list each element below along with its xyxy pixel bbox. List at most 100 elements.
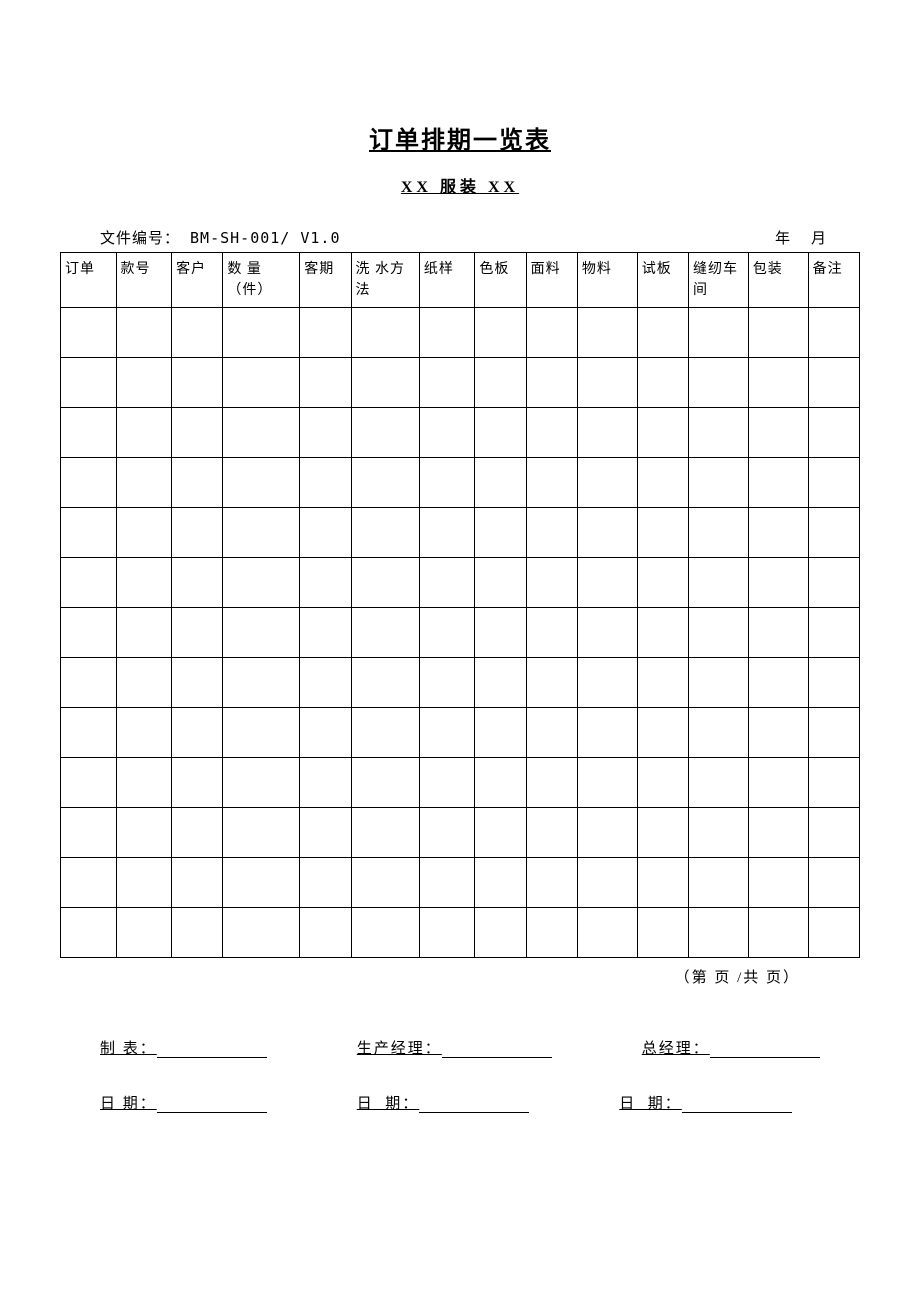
table-cell <box>748 508 808 558</box>
table-cell <box>526 308 577 358</box>
table-cell <box>808 558 859 608</box>
table-cell <box>61 308 117 358</box>
table-cell <box>748 858 808 908</box>
table-cell <box>172 608 223 658</box>
table-cell <box>223 808 300 858</box>
date-prod-manager-line <box>419 1098 529 1113</box>
table-row <box>61 358 860 408</box>
table-cell <box>688 708 748 758</box>
date-prod-manager-label: 日 期： <box>357 1092 420 1113</box>
table-cell <box>577 558 637 608</box>
table-cell <box>475 358 526 408</box>
signature-block: 制 表： 生产经理： 总经理： 日 期： 日 期： 日 期： <box>60 1037 860 1113</box>
table-cell <box>351 908 419 958</box>
table-cell <box>526 508 577 558</box>
table-cell <box>172 508 223 558</box>
table-cell <box>526 458 577 508</box>
meta-row: 文件编号： BM-SH-001/ V1.0 年 月 <box>60 227 860 252</box>
table-cell <box>61 758 117 808</box>
table-cell <box>577 358 637 408</box>
table-cell <box>748 408 808 458</box>
table-cell <box>61 858 117 908</box>
table-cell <box>300 658 351 708</box>
table-cell <box>577 608 637 658</box>
table-cell <box>300 558 351 608</box>
table-cell <box>688 308 748 358</box>
table-cell <box>223 858 300 908</box>
table-row <box>61 908 860 958</box>
table-cell <box>688 558 748 608</box>
table-header-row: 订单 款号 客户 数 量（件） 客期 洗 水方法 纸样 色板 面料 物料 试板 … <box>61 253 860 308</box>
table-cell <box>419 408 475 458</box>
table-cell <box>808 808 859 858</box>
table-cell <box>419 908 475 958</box>
table-cell <box>577 758 637 808</box>
table-cell <box>808 408 859 458</box>
table-cell <box>351 458 419 508</box>
table-cell <box>300 908 351 958</box>
table-cell <box>526 358 577 408</box>
table-cell <box>637 758 688 808</box>
table-cell <box>688 758 748 808</box>
sign-prod-manager-label: 生产经理： <box>357 1037 442 1058</box>
sign-preparer-line <box>157 1043 267 1058</box>
table-cell <box>808 908 859 958</box>
doc-number: 文件编号： BM-SH-001/ V1.0 <box>100 227 341 248</box>
date-preparer-label: 日 期： <box>100 1092 157 1113</box>
table-cell <box>637 308 688 358</box>
table-cell <box>61 358 117 408</box>
table-cell <box>475 858 526 908</box>
col-quantity: 数 量（件） <box>223 253 300 308</box>
col-wash: 洗 水方法 <box>351 253 419 308</box>
table-cell <box>637 858 688 908</box>
table-cell <box>637 708 688 758</box>
table-cell <box>577 658 637 708</box>
table-cell <box>526 408 577 458</box>
table-cell <box>116 558 172 608</box>
table-cell <box>300 358 351 408</box>
date-label: 年 月 <box>775 227 852 248</box>
table-cell <box>300 408 351 458</box>
table-cell <box>637 408 688 458</box>
table-cell <box>577 708 637 758</box>
table-cell <box>748 808 808 858</box>
table-cell <box>475 908 526 958</box>
table-cell <box>419 658 475 708</box>
table-cell <box>526 908 577 958</box>
table-cell <box>300 808 351 858</box>
table-cell <box>748 708 808 758</box>
table-cell <box>688 458 748 508</box>
table-row <box>61 758 860 808</box>
table-cell <box>116 458 172 508</box>
table-cell <box>419 608 475 658</box>
table-row <box>61 408 860 458</box>
table-cell <box>223 758 300 808</box>
table-cell <box>808 458 859 508</box>
table-cell <box>61 458 117 508</box>
table-cell <box>577 908 637 958</box>
table-row <box>61 558 860 608</box>
table-cell <box>419 508 475 558</box>
table-cell <box>419 758 475 808</box>
table-cell <box>688 858 748 908</box>
col-order: 订单 <box>61 253 117 308</box>
table-cell <box>300 708 351 758</box>
schedule-table: 订单 款号 客户 数 量（件） 客期 洗 水方法 纸样 色板 面料 物料 试板 … <box>60 252 860 958</box>
table-cell <box>172 708 223 758</box>
table-cell <box>577 308 637 358</box>
table-cell <box>300 458 351 508</box>
table-cell <box>300 758 351 808</box>
table-cell <box>808 658 859 708</box>
col-due: 客期 <box>300 253 351 308</box>
col-remark: 备注 <box>808 253 859 308</box>
table-cell <box>808 508 859 558</box>
table-cell <box>688 508 748 558</box>
date-preparer: 日 期： <box>100 1092 267 1113</box>
table-cell <box>351 408 419 458</box>
table-row <box>61 858 860 908</box>
table-cell <box>172 758 223 808</box>
table-cell <box>172 808 223 858</box>
table-cell <box>223 408 300 458</box>
table-cell <box>475 508 526 558</box>
table-cell <box>223 608 300 658</box>
